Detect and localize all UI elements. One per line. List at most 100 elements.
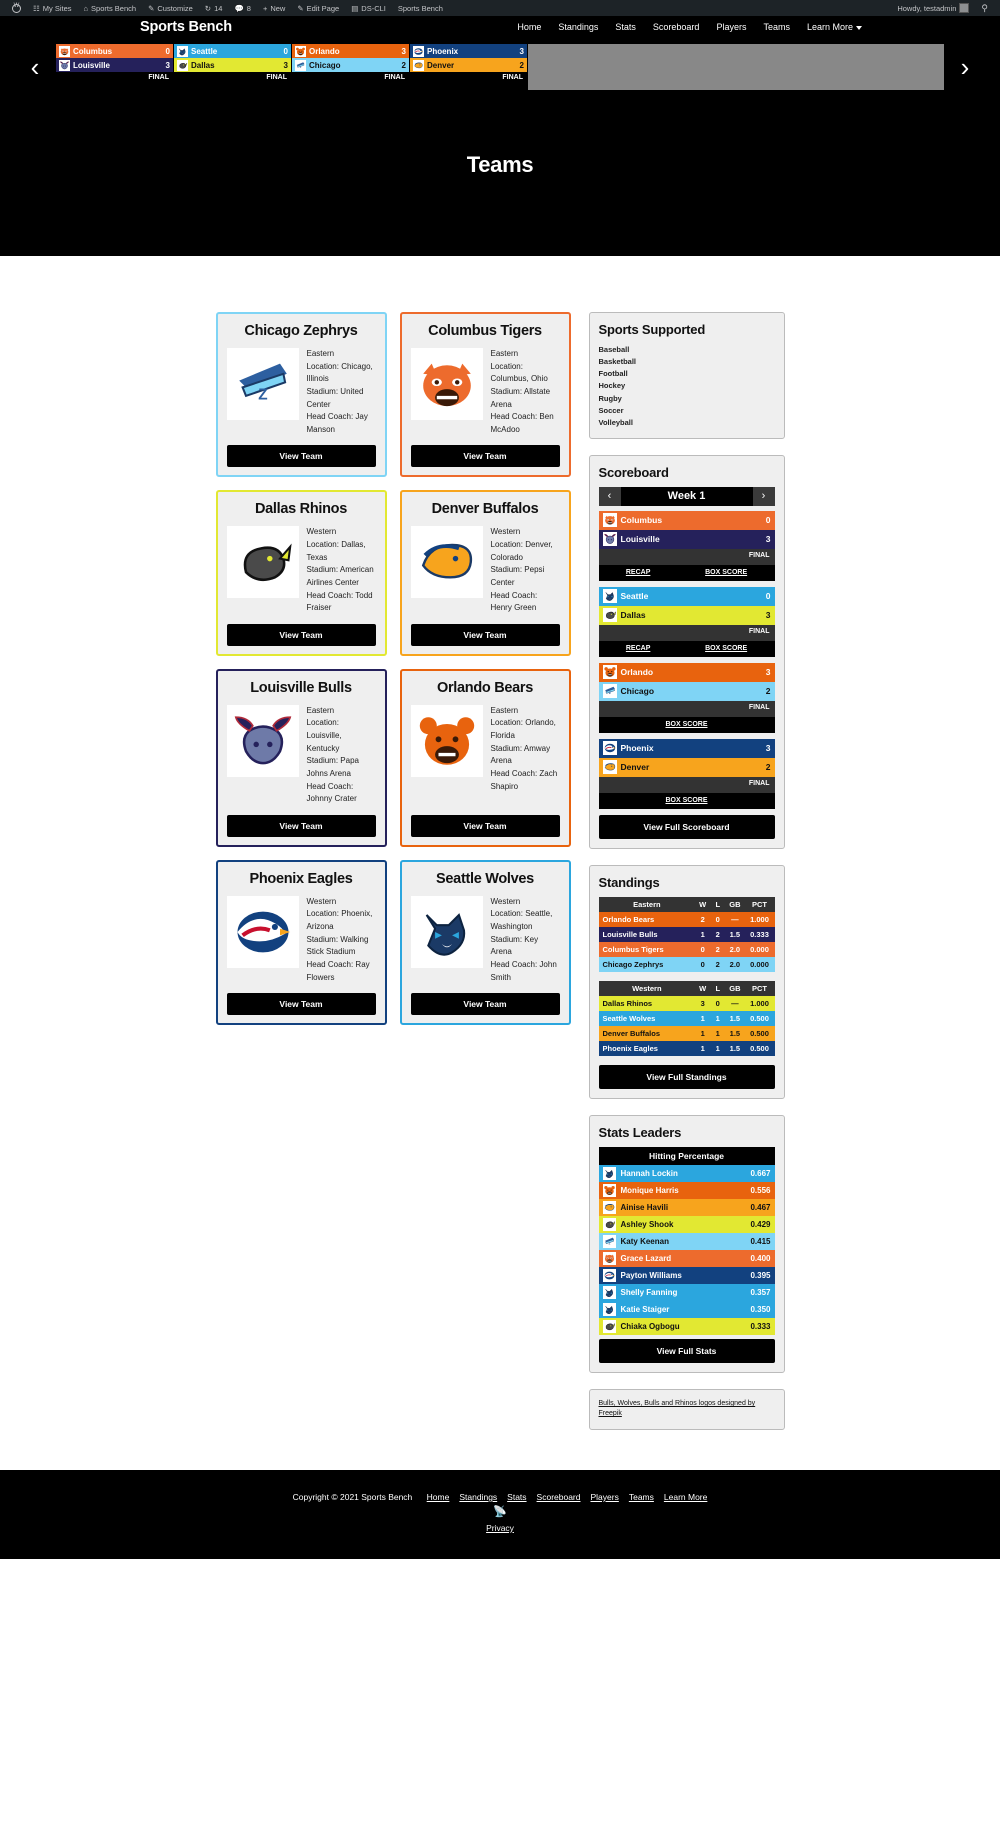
rhinos-logo-icon — [602, 608, 617, 623]
nav-item-learn-more[interactable]: Learn More — [807, 22, 862, 32]
ticker-home-row: Louisville 3 — [56, 58, 173, 72]
list-item[interactable]: Monique Harris 0.556 — [598, 1181, 775, 1199]
scoreboard-link-box-score[interactable]: BOX SCORE — [665, 797, 707, 804]
table-row[interactable]: Phoenix Eagles 1 1 1.5 0.500 — [598, 1040, 775, 1056]
adminbar-item-new[interactable]: + New — [257, 0, 291, 16]
sports-supported-list: Baseball Basketball Football Hockey Rugby Soc… — [599, 344, 775, 429]
week-next-button[interactable]: › — [752, 486, 775, 506]
ticker-game[interactable]: Columbus 0 Louisville 3 FINAL — [56, 44, 174, 90]
footer-privacy-link[interactable]: Privacy — [486, 1523, 514, 1533]
footer-nav-item-stats[interactable]: Stats — [507, 1492, 526, 1502]
adminbar-item-updates[interactable]: ↻ 14 — [199, 0, 229, 16]
footer-nav-item-learn-more[interactable]: Learn More — [664, 1492, 707, 1502]
table-row[interactable]: Orlando Bears 2 0 — 1.000 — [598, 911, 775, 927]
scoreboard-link-recap[interactable]: RECAP — [626, 645, 651, 652]
ticker-game[interactable]: Orlando 3 Z Chicago 2 FINAL — [292, 44, 410, 90]
scoreboard-link-box-score[interactable]: BOX SCORE — [705, 645, 747, 652]
list-item[interactable]: Ainise Havili 0.467 — [598, 1198, 775, 1216]
standings-header-row: Western W L GB PCT — [598, 980, 775, 996]
list-item[interactable]: Ashley Shook 0.429 — [598, 1215, 775, 1233]
scoreboard-link-box-score[interactable]: BOX SCORE — [665, 721, 707, 728]
nav-item-home[interactable]: Home — [517, 22, 541, 32]
wolves-logo-icon — [602, 1285, 616, 1299]
table-row[interactable]: Columbus Tigers 0 2 2.0 0.000 — [598, 941, 775, 957]
adminbar-item-sports-bench[interactable]: Sports Bench — [392, 0, 449, 16]
nav-item-players[interactable]: Players — [716, 22, 746, 32]
ticker-home-name: Louisville — [73, 60, 110, 70]
team-logo — [410, 348, 483, 420]
view-team-button[interactable]: View Team — [226, 445, 376, 468]
adminbar-item-wordpress[interactable] — [6, 0, 27, 16]
chevron-down-icon — [856, 25, 862, 30]
view-full-standings-button[interactable]: View Full Standings — [598, 1064, 775, 1089]
adminbar-search[interactable]: ⚲ — [975, 0, 994, 16]
ticker-prev-button[interactable]: ‹ — [20, 54, 50, 80]
nav-item-stats[interactable]: Stats — [615, 22, 636, 32]
wordpress-logo-icon — [12, 2, 21, 13]
table-row[interactable]: Seattle Wolves 1 1 1.5 0.500 — [598, 1010, 775, 1026]
footer-nav-item-teams[interactable]: Teams — [629, 1492, 654, 1502]
adminbar-label: Customize — [157, 3, 193, 13]
footer-nav-item-standings[interactable]: Standings — [459, 1492, 497, 1502]
table-row[interactable]: Denver Buffalos 1 1 1.5 0.500 — [598, 1025, 775, 1041]
eagles-logo-icon — [228, 897, 297, 966]
footer-nav-item-home[interactable]: Home — [427, 1492, 450, 1502]
view-team-button[interactable]: View Team — [226, 623, 376, 646]
list-item[interactable]: Shelly Fanning 0.357 — [598, 1283, 775, 1301]
leader-player-name: Payton Williams — [620, 1270, 682, 1280]
view-team-button[interactable]: View Team — [226, 993, 376, 1016]
adminbar-item-my-sites[interactable]: ☷ My Sites — [27, 0, 78, 16]
adminbar-item-customize[interactable]: ✎ Customize — [142, 0, 199, 16]
scoreboard-away-name: Seattle — [620, 591, 649, 602]
rss-icon[interactable]: 📡 — [0, 1505, 1000, 1518]
nav-item-teams[interactable]: Teams — [763, 22, 790, 32]
standings-losses: 2 — [715, 944, 720, 954]
list-item[interactable]: Z Katy Keenan 0.415 — [598, 1232, 775, 1250]
view-team-button[interactable]: View Team — [410, 814, 560, 837]
view-full-stats-button[interactable]: View Full Stats — [598, 1338, 775, 1363]
ticker-game[interactable]: Phoenix 3 Denver 2 FINAL — [410, 44, 528, 90]
team-coach: Head Coach: John Smith — [490, 959, 557, 982]
view-team-button[interactable]: View Team — [410, 993, 560, 1016]
table-row[interactable]: Chicago Zephrys 0 2 2.0 0.000 — [598, 956, 775, 972]
view-full-scoreboard-button[interactable]: View Full Scoreboard — [598, 814, 775, 839]
footer-nav-item-players[interactable]: Players — [591, 1492, 619, 1502]
adminbar-item-edit-page[interactable]: ✎ Edit Page — [291, 0, 345, 16]
scoreboard-link-recap[interactable]: RECAP — [626, 569, 651, 576]
buffalos-logo-icon — [413, 59, 424, 71]
adminbar-item-dscli[interactable]: ▤ DS-CLI — [345, 0, 392, 16]
nav-item-scoreboard[interactable]: Scoreboard — [653, 22, 700, 32]
team-coach: Head Coach: Johnny Crater — [306, 781, 357, 804]
standings-division-name: Western — [598, 980, 696, 996]
sport-item: Volleyball — [598, 417, 633, 427]
leader-player-name: Ainise Havili — [620, 1202, 669, 1212]
list-item[interactable]: Chiaka Ogbogu 0.333 — [598, 1317, 775, 1335]
list-item[interactable]: Katie Staiger 0.350 — [598, 1300, 775, 1318]
list-item[interactable]: Payton Williams 0.395 — [598, 1266, 775, 1284]
adminbar-account[interactable]: Howdy, testadmin — [891, 0, 975, 16]
scoreboard-link-box-score[interactable]: BOX SCORE — [705, 569, 747, 576]
table-row[interactable]: Dallas Rhinos 3 0 — 1.000 — [598, 995, 775, 1011]
table-row[interactable]: Louisville Bulls 1 2 1.5 0.333 — [598, 926, 775, 942]
scoreboard-game-links: BOX SCORE — [598, 716, 775, 733]
view-team-button[interactable]: View Team — [410, 623, 560, 646]
list-item[interactable]: Grace Lazard 0.400 — [598, 1249, 775, 1267]
team-card-body: Western Location: Dallas, Texas Stadium: A… — [226, 526, 376, 614]
adminbar-item-comments[interactable]: 💬 8 — [228, 0, 257, 16]
team-coach: Head Coach: Ben McAdoo — [490, 412, 554, 434]
footer-nav-item-scoreboard[interactable]: Scoreboard — [537, 1492, 581, 1502]
team-location: Location: Louisville, Kentucky — [306, 718, 342, 753]
ticker-game[interactable]: Seattle 0 Dallas 3 FINAL — [174, 44, 292, 90]
team-logo — [410, 895, 483, 968]
view-team-button[interactable]: View Team — [410, 445, 560, 468]
credits-link[interactable]: Bulls, Wolves, Bulls and Rhinos logos de… — [599, 1400, 756, 1418]
nav-item-standings[interactable]: Standings — [558, 22, 598, 32]
team-stadium: Stadium: Key Arena — [490, 934, 539, 957]
site-brand[interactable]: Sports Bench — [140, 19, 232, 35]
adminbar-item-site[interactable]: ⌂ Sports Bench — [78, 0, 143, 16]
list-item[interactable]: Hannah Lockin 0.667 — [598, 1164, 775, 1182]
ticker-next-button[interactable]: › — [950, 54, 980, 80]
bears-logo-icon — [295, 45, 306, 57]
view-team-button[interactable]: View Team — [226, 814, 376, 837]
week-prev-button[interactable]: ‹ — [598, 486, 621, 506]
